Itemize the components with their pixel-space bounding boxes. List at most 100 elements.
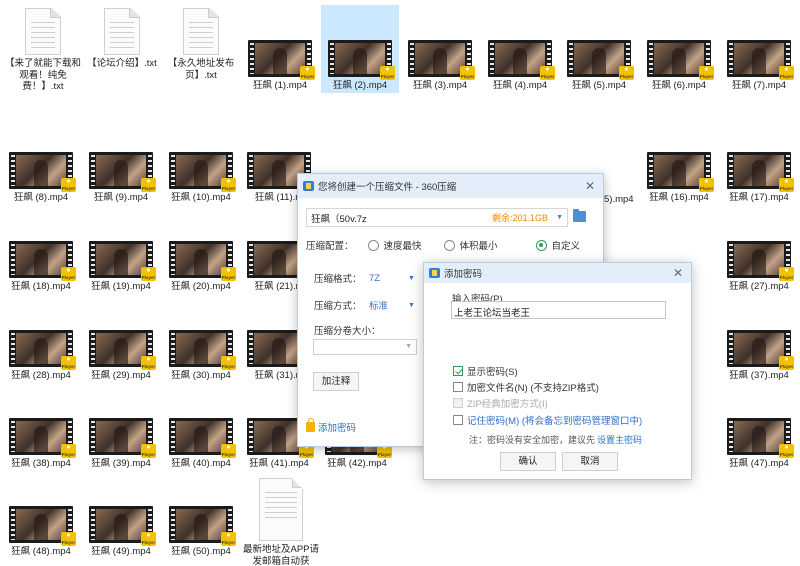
ok-button[interactable]: 确认 bbox=[500, 452, 556, 471]
file-item-video[interactable]: ● Player 狂飙 (29).mp4 bbox=[82, 330, 160, 382]
archive-path-input[interactable]: 狂飙（50v.7z 剩余:201.1GB ▼ bbox=[306, 208, 568, 227]
file-item-video[interactable]: ● Player 狂飙 (49).mp4 bbox=[82, 506, 160, 558]
password-dialog-titlebar[interactable]: 添加密码 ✕ bbox=[424, 263, 691, 283]
video-thumbnail: ●Player bbox=[567, 40, 634, 80]
file-label: 【永久地址发布页】.txt bbox=[167, 58, 235, 81]
player-badge-icon: ●Player bbox=[141, 267, 156, 281]
encrypt-filenames-checkbox[interactable]: 加密文件名(N) (不支持ZIP格式) bbox=[453, 380, 599, 394]
file-item-video[interactable]: ● Player 狂飙 (20).mp4 bbox=[162, 241, 240, 293]
file-item-video[interactable]: ● Player 狂飙 (50).mp4 bbox=[162, 506, 240, 558]
volume-size-select[interactable]: ▼ bbox=[313, 339, 417, 355]
chevron-down-icon[interactable]: ▼ bbox=[408, 302, 415, 309]
file-item-txt[interactable]: 【来了就能下载和观看！纯免费！】.txt bbox=[4, 8, 82, 93]
close-icon[interactable]: ✕ bbox=[673, 266, 683, 280]
file-item-video-selected[interactable]: ● Player 狂飙 (2).mp4 bbox=[321, 5, 399, 93]
file-item-video[interactable]: ● Player 狂飙 (19).mp4 bbox=[82, 241, 160, 293]
folder-icon[interactable] bbox=[573, 209, 586, 222]
player-badge-icon: ●Player bbox=[779, 356, 794, 370]
file-item-video[interactable]: ● Player 狂飙 (28).mp4 bbox=[2, 330, 80, 382]
add-comment-button[interactable]: 加注释 bbox=[313, 372, 359, 391]
player-badge-icon: ●Player bbox=[699, 66, 714, 80]
file-item-video[interactable]: ● Player 狂飙 (8).mp4 bbox=[2, 152, 80, 204]
text-file-icon bbox=[104, 8, 140, 55]
checkbox-checked-icon bbox=[453, 366, 463, 376]
checkbox-label: 加密文件名(N) (不支持ZIP格式) bbox=[467, 383, 599, 394]
file-label: 狂飙 (50).mp4 bbox=[171, 546, 231, 557]
video-thumbnail: ●Player bbox=[169, 418, 236, 458]
option-custom[interactable]: 自定义 bbox=[535, 238, 580, 252]
file-item-video[interactable]: ● Player 狂飙 (1).mp4 bbox=[241, 40, 319, 92]
add-password-label: 添加密码 bbox=[318, 423, 357, 434]
video-thumbnail: ●Player bbox=[727, 40, 794, 80]
file-item-video[interactable]: ● Player 狂飙 (5).mp4 bbox=[560, 40, 638, 92]
compress-dialog-titlebar[interactable]: 您将创建一个压缩文件 - 360压缩 ✕ bbox=[298, 174, 603, 198]
remember-password-checkbox[interactable]: 记住密码(M) (将会备忘到密码管理窗口中) bbox=[453, 413, 642, 427]
file-item-txt[interactable]: 【永久地址发布页】.txt bbox=[162, 8, 240, 81]
player-badge-icon: ●Player bbox=[619, 66, 634, 80]
video-thumbnail: ●Player bbox=[169, 152, 236, 192]
file-item-video[interactable]: ● Player 狂飙 (37).mp4 bbox=[720, 330, 798, 382]
file-item-video[interactable]: ● Player 狂飙 (27).mp4 bbox=[720, 241, 798, 293]
file-item-video[interactable]: ● Player 狂飙 (30).mp4 bbox=[162, 330, 240, 382]
video-thumbnail: ●Player bbox=[328, 40, 395, 80]
compress-config-label: 压缩配置： bbox=[306, 241, 354, 252]
chevron-down-icon[interactable]: ▼ bbox=[556, 214, 563, 221]
file-label: 狂飙 (2).mp4 bbox=[332, 80, 388, 91]
archiver-app-icon bbox=[303, 181, 314, 191]
file-item-video[interactable]: ● Player 狂飙 (17).mp4 bbox=[720, 152, 798, 204]
video-thumbnail: ●Player bbox=[89, 152, 156, 192]
video-thumbnail: ●Player bbox=[9, 330, 76, 370]
video-thumbnail: ●Player bbox=[408, 40, 475, 80]
lock-icon bbox=[306, 418, 315, 432]
chevron-down-icon[interactable]: ▼ bbox=[408, 275, 415, 282]
file-item-video[interactable]: ● Player 狂飙 (10).mp4 bbox=[162, 152, 240, 204]
password-input[interactable]: 上老王论坛当老王 bbox=[451, 301, 666, 319]
file-item-video[interactable]: ● Player 狂飙 (48).mp4 bbox=[2, 506, 80, 558]
option-smallest[interactable]: 体积最小 bbox=[443, 238, 498, 252]
video-thumbnail: ●Player bbox=[9, 152, 76, 192]
file-item-video[interactable]: ● Player 狂飙 (6).mp4 bbox=[640, 40, 718, 92]
cancel-button[interactable]: 取消 bbox=[562, 452, 618, 471]
text-file-icon bbox=[25, 8, 61, 55]
file-item-video[interactable]: ● Player 狂飙 (38).mp4 bbox=[2, 418, 80, 470]
file-item-video[interactable]: ● Player 狂飙 (39).mp4 bbox=[82, 418, 160, 470]
file-item-txt[interactable]: 【论坛介绍】.txt bbox=[83, 8, 161, 70]
file-item-video[interactable]: ● Player 狂飙 (16).mp4 bbox=[640, 152, 718, 204]
add-password-link[interactable]: 添加密码 bbox=[306, 418, 357, 434]
archive-path-value: 狂飙（50v.7z bbox=[311, 213, 367, 225]
video-thumbnail: ●Player bbox=[727, 330, 794, 370]
option-label: 体积最小 bbox=[459, 241, 498, 252]
show-password-checkbox[interactable]: 显示密码(S) bbox=[453, 364, 518, 378]
file-item-video[interactable]: ● Player 狂飙 (7).mp4 bbox=[720, 40, 798, 92]
close-icon[interactable]: ✕ bbox=[585, 179, 595, 193]
file-label: 狂飙 (9).mp4 bbox=[93, 192, 149, 203]
player-badge-icon: ●Player bbox=[61, 178, 76, 192]
file-item-txt[interactable]: 最新地址及APP请发邮箱自动获 bbox=[242, 478, 320, 566]
player-badge-icon: ●Player bbox=[61, 356, 76, 370]
option-fastest[interactable]: 速度最快 bbox=[367, 238, 422, 252]
file-label: 最新地址及APP请发邮箱自动获 bbox=[242, 544, 319, 566]
player-badge-icon: ●Player bbox=[779, 444, 794, 458]
checkbox-icon bbox=[453, 415, 463, 425]
player-badge-icon: ●Player bbox=[221, 532, 236, 546]
file-item-video[interactable]: ● Player 狂飙 (4).mp4 bbox=[481, 40, 559, 92]
file-label: 狂飙 (38).mp4 bbox=[11, 458, 71, 469]
format-row[interactable]: 压缩格式： 7Z ▼ bbox=[314, 271, 415, 286]
file-item-video[interactable]: ● Player 狂飙 (40).mp4 bbox=[162, 418, 240, 470]
video-thumbnail: ●Player bbox=[9, 241, 76, 281]
file-label: 狂飙 (8).mp4 bbox=[13, 192, 69, 203]
method-row[interactable]: 压缩方式： 标准 ▼ bbox=[314, 298, 415, 312]
file-item-video[interactable]: ● Player 狂飙 (47).mp4 bbox=[720, 418, 798, 470]
video-thumbnail: ●Player bbox=[9, 506, 76, 546]
file-label: 狂飙 (41).mp4 bbox=[249, 458, 309, 469]
file-label: 狂飙 (5).mp4 bbox=[571, 80, 627, 91]
file-label: 狂飙 (18).mp4 bbox=[11, 281, 71, 292]
file-item-video[interactable]: ● Player 狂飙 (9).mp4 bbox=[82, 152, 160, 204]
file-label: 狂飙 (48).mp4 bbox=[11, 546, 71, 557]
text-file-icon bbox=[183, 8, 219, 55]
file-item-video[interactable]: ● Player 狂飙 (3).mp4 bbox=[401, 40, 479, 92]
file-item-video[interactable]: ● Player 狂飙 (18).mp4 bbox=[2, 241, 80, 293]
file-label: 狂飙 (4).mp4 bbox=[492, 80, 548, 91]
set-master-password-link[interactable]: 设置主密码 bbox=[597, 435, 642, 445]
player-badge-icon: ●Player bbox=[221, 444, 236, 458]
